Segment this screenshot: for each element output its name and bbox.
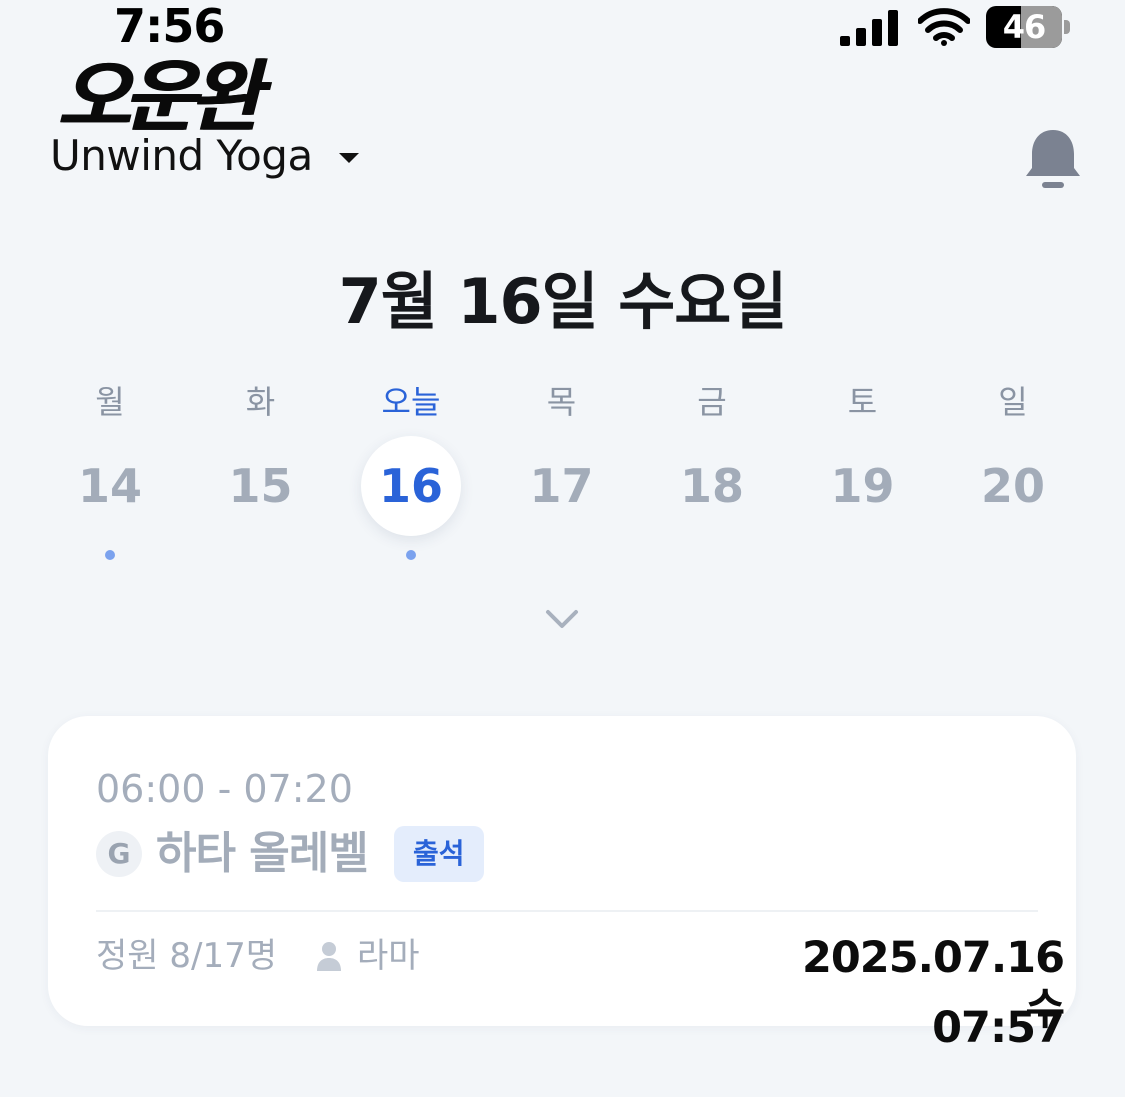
capacity-text: 정원 8/17명 (96, 936, 277, 976)
day-number: 19 (830, 459, 895, 513)
day-17[interactable]: 목 17 (502, 370, 622, 570)
day-number: 18 (679, 459, 744, 513)
day-19[interactable]: 토 19 (803, 370, 923, 570)
studio-name: Unwind Yoga (50, 131, 313, 180)
attendance-tag: 출석 (393, 826, 484, 882)
day-15[interactable]: 화 15 (201, 370, 321, 570)
day-label: 금 (697, 383, 727, 421)
day-number: 16 (378, 459, 443, 513)
day-number: 20 (980, 459, 1045, 513)
day-number: 15 (228, 459, 293, 513)
caret-down-icon (338, 153, 359, 163)
battery-icon: 46 (986, 6, 1072, 48)
signal-icon (840, 10, 898, 46)
day-number: 14 (77, 459, 142, 513)
day-16[interactable]: 오늘 16 (351, 370, 471, 570)
timestamp-time: 07:57 (932, 1003, 1065, 1053)
person-icon (317, 942, 341, 971)
day-number: 17 (529, 459, 594, 513)
day-label: 화 (245, 383, 276, 421)
class-indicator-dot (105, 550, 115, 560)
wifi-icon (918, 8, 970, 46)
bell-icon[interactable] (1022, 128, 1084, 192)
day-14[interactable]: 월 14 (50, 370, 170, 570)
card-divider (96, 910, 1038, 912)
class-indicator-dot (406, 550, 416, 560)
battery-level: 46 (1002, 8, 1047, 46)
class-title-row: G 하타 올레벨 출석 (96, 826, 484, 882)
chevron-down-icon[interactable] (542, 604, 582, 632)
level-badge: G (96, 831, 142, 877)
studio-selector[interactable]: Unwind Yoga (50, 128, 359, 184)
instructor-name: 라마 (357, 936, 420, 976)
day-label: 오늘 (381, 383, 441, 421)
status-time: 7:56 (114, 0, 225, 53)
day-18[interactable]: 금 18 (652, 370, 772, 570)
battery-tip (1064, 20, 1070, 34)
week-strip: 월 14 화 15 오늘 16 목 17 금 18 토 19 일 20 (0, 370, 1125, 570)
day-label: 일 (998, 383, 1028, 421)
selected-date-title: 7월 16일 수요일 (338, 265, 788, 338)
day-label: 토 (847, 383, 878, 421)
day-label: 목 (546, 383, 577, 421)
battery-body: 46 (986, 6, 1062, 48)
class-meta: 정원 8/17명 라마 (96, 934, 420, 978)
class-time: 06:00 - 07:20 (96, 767, 353, 811)
class-name: 하타 올레벨 (156, 828, 369, 879)
day-label: 월 (95, 383, 125, 421)
day-20[interactable]: 일 20 (953, 370, 1073, 570)
